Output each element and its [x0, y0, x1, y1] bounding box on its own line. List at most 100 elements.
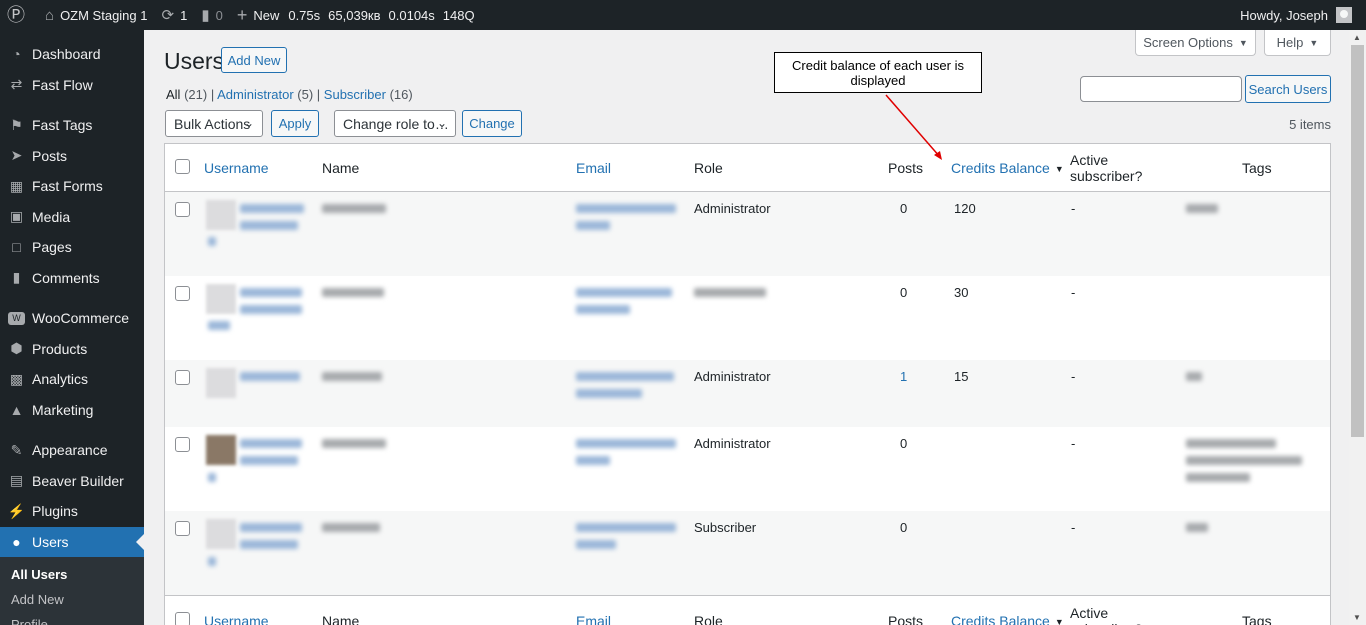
username-link[interactable]: [208, 321, 230, 330]
email-link[interactable]: [576, 540, 616, 549]
megaphone-icon: ▲: [9, 401, 24, 418]
menu-label: Users: [32, 533, 69, 550]
footer-column-username[interactable]: Username: [204, 613, 269, 625]
menu-media[interactable]: ▣ Media: [0, 202, 144, 233]
menu-posts[interactable]: ➤ Posts: [0, 141, 144, 172]
menu-fast-flow[interactable]: ⇄ Fast Flow: [0, 70, 144, 101]
greeting: Howdy, Joseph: [1240, 7, 1328, 23]
email-link[interactable]: [576, 288, 672, 297]
submenu-all-users[interactable]: All Users: [0, 563, 144, 588]
menu-fast-forms[interactable]: ▦ Fast Forms: [0, 171, 144, 202]
wordpress-logo-button[interactable]: Ⓟ: [0, 0, 38, 30]
username-link[interactable]: [208, 557, 216, 566]
avatar: [206, 435, 236, 465]
menu-plugins[interactable]: ⚡ Plugins: [0, 496, 144, 527]
menu-comments[interactable]: ▮ Comments: [0, 263, 144, 294]
select-all-checkbox-footer[interactable]: [175, 612, 190, 625]
plug-icon: ⚡: [7, 502, 26, 519]
change-role-select[interactable]: Change role to… ⌄: [334, 110, 456, 137]
menu-appearance[interactable]: ✎ Appearance: [0, 435, 144, 466]
column-credits-balance[interactable]: Credits Balance ▼: [951, 160, 1064, 176]
updates-icon: ⟳: [161, 6, 175, 24]
email-link[interactable]: [576, 372, 674, 381]
username-link[interactable]: [240, 221, 298, 230]
search-users-button[interactable]: Search Users: [1245, 75, 1331, 103]
username-link[interactable]: [208, 473, 216, 482]
help-button[interactable]: Help ▼: [1264, 30, 1331, 56]
menu-products[interactable]: ⬢ Products: [0, 334, 144, 365]
footer-column-email[interactable]: Email: [576, 613, 611, 625]
menu-marketing[interactable]: ▲ Marketing: [0, 395, 144, 426]
filter-all[interactable]: All: [166, 87, 180, 102]
menu-label: Fast Flow: [32, 76, 93, 93]
username-link[interactable]: [240, 372, 300, 381]
submenu-profile[interactable]: Profile: [0, 613, 144, 625]
sort-caret-icon: ▼: [1054, 164, 1064, 174]
scrollbar-thumb[interactable]: [1351, 45, 1364, 437]
menu-label: Comments: [32, 269, 100, 286]
row-checkbox[interactable]: [175, 202, 190, 217]
username-link[interactable]: [240, 523, 302, 532]
updates-count: 1: [180, 7, 188, 23]
screen-options-button[interactable]: Screen Options ▼: [1135, 30, 1256, 56]
menu-beaver-builder[interactable]: ▤ Beaver Builder: [0, 466, 144, 497]
username-link[interactable]: [240, 305, 302, 314]
scroll-up-icon[interactable]: ▲: [1353, 33, 1361, 42]
menu-users[interactable]: ● Users: [0, 526, 144, 557]
search-users-input[interactable]: [1080, 76, 1242, 102]
username-link[interactable]: [240, 540, 298, 549]
menu-woocommerce[interactable]: W WooCommerce: [0, 303, 144, 334]
bulk-actions-select[interactable]: Bulk Actions ⌄: [165, 110, 263, 137]
filter-subscriber[interactable]: Subscriber: [324, 87, 386, 102]
apply-button[interactable]: Apply: [271, 110, 319, 137]
footer-column-credits-balance[interactable]: Credits Balance ▼: [951, 613, 1064, 625]
query-monitor-stats[interactable]: 0.75s 65,039кв 0.0104s 148Q: [286, 0, 481, 30]
name-cell: [322, 372, 382, 381]
username-link[interactable]: [240, 439, 302, 448]
footer-column-active-subscriber: Active subscriber?: [1070, 605, 1142, 625]
row-checkbox[interactable]: [175, 437, 190, 452]
submenu-add-new[interactable]: Add New: [0, 588, 144, 613]
site-name-link[interactable]: ⌂ OZM Staging 1: [38, 0, 155, 30]
vertical-scrollbar[interactable]: ▲ ▼: [1349, 30, 1366, 625]
media-icon: ▣: [9, 208, 24, 225]
filter-administrator[interactable]: Administrator: [217, 87, 294, 102]
email-link[interactable]: [576, 439, 676, 448]
menu-label: Beaver Builder: [32, 472, 124, 489]
my-account-menu[interactable]: Howdy, Joseph: [1233, 0, 1366, 30]
username-link[interactable]: [208, 237, 216, 246]
updates-link[interactable]: ⟳ 1: [155, 0, 195, 30]
email-link[interactable]: [576, 221, 610, 230]
column-email[interactable]: Email: [576, 160, 611, 176]
user-icon: ●: [12, 533, 21, 550]
box-icon: ⬢: [10, 340, 23, 357]
email-link[interactable]: [576, 456, 610, 465]
email-link[interactable]: [576, 305, 630, 314]
change-button[interactable]: Change: [462, 110, 522, 137]
avatar: [206, 368, 236, 398]
menu-fast-tags[interactable]: ⚑ Fast Tags: [0, 110, 144, 141]
add-new-button[interactable]: Add New: [221, 47, 287, 73]
email-link[interactable]: [576, 204, 676, 213]
scroll-down-icon[interactable]: ▼: [1353, 613, 1361, 622]
admin-bar: Ⓟ ⌂ OZM Staging 1 ⟳ 1 ▮ 0 + New 0.75s 65…: [0, 0, 1366, 30]
new-content-button[interactable]: + New: [230, 0, 287, 30]
username-link[interactable]: [240, 204, 304, 213]
posts-link[interactable]: 1: [900, 369, 907, 384]
row-checkbox[interactable]: [175, 370, 190, 385]
select-all-checkbox[interactable]: [175, 159, 190, 174]
woo-icon: W: [8, 311, 25, 325]
column-username[interactable]: Username: [204, 160, 269, 176]
column-tags: Tags: [1242, 160, 1272, 176]
menu-dashboard[interactable]: ◔ Dashboard: [0, 39, 144, 70]
username-link[interactable]: [240, 288, 302, 297]
username-link[interactable]: [240, 456, 298, 465]
row-checkbox[interactable]: [175, 286, 190, 301]
email-link[interactable]: [576, 389, 642, 398]
menu-pages[interactable]: □ Pages: [0, 232, 144, 263]
row-checkbox[interactable]: [175, 521, 190, 536]
email-link[interactable]: [576, 523, 676, 532]
comments-link[interactable]: ▮ 0: [194, 0, 230, 30]
column-name: Name: [322, 160, 360, 176]
menu-analytics[interactable]: ▩ Analytics: [0, 364, 144, 395]
